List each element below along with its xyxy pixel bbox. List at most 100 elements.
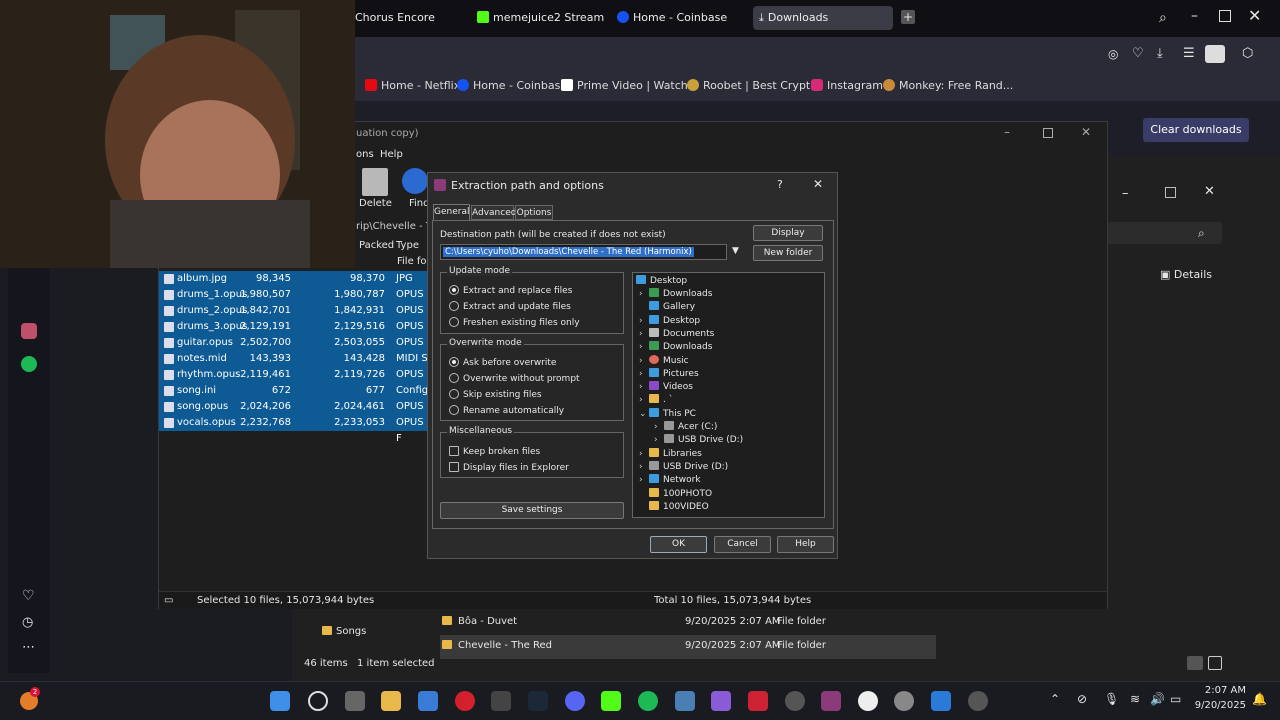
tree-item-pictures[interactable]: › Pictures	[639, 368, 699, 379]
maximize-icon[interactable]	[1219, 10, 1231, 22]
chevron-down-icon[interactable]: ▼	[732, 246, 739, 256]
menu-icon[interactable]: ☰	[1183, 46, 1195, 61]
tree-item-network[interactable]: › Network	[639, 474, 701, 485]
heart-icon[interactable]: ♡	[22, 588, 35, 604]
table-row[interactable]: Chevelle - The Red 9/20/2025 2:07 AM Fil…	[440, 635, 936, 659]
epic-games-icon[interactable]	[491, 691, 511, 711]
avatar[interactable]	[1205, 45, 1225, 63]
tab-advanced[interactable]: Advanced	[471, 205, 516, 220]
notification-bell-icon[interactable]: 🔔	[1252, 692, 1267, 706]
bookmark-prime-video[interactable]: Prime Video | Watch...	[561, 79, 698, 92]
tab-general[interactable]: General	[433, 204, 470, 220]
table-row[interactable]: drums_3.opus2,129,1912,129,516OPUS F	[159, 319, 429, 348]
maximize-icon[interactable]	[1043, 128, 1053, 138]
find-icon[interactable]	[402, 168, 428, 194]
bookmark-instagram[interactable]: Instagram	[811, 79, 883, 92]
tree-item-music[interactable]: › Music	[639, 355, 689, 366]
store-icon[interactable]	[418, 691, 438, 711]
heart-icon[interactable]: ♡	[1132, 46, 1144, 61]
table-row[interactable]: notes.mid 143,393 143,428 MIDI S	[159, 351, 429, 367]
table-row[interactable]: guitar.opus2,502,7002,503,055OPUS F	[159, 335, 429, 364]
tree-item-this-pc[interactable]: ⌄ This PC	[639, 408, 696, 419]
tree-item-libraries[interactable]: › Libraries	[639, 448, 702, 459]
save-settings-button[interactable]: Save settings	[440, 502, 624, 519]
close-icon[interactable]: ✕	[813, 177, 823, 191]
menu-help[interactable]: Help	[380, 149, 403, 160]
calculator-icon[interactable]	[675, 691, 695, 711]
radio-freshen[interactable]: Freshen existing files only	[449, 317, 580, 328]
checkbox-display-explorer[interactable]: Display files in Explorer	[449, 462, 569, 473]
checkbox-keep-broken[interactable]: Keep broken files	[449, 446, 540, 457]
table-row[interactable]: drums_1.opus1,980,5071,980,787OPUS F	[159, 287, 429, 316]
table-row[interactable]: Bôa - Duvet 9/20/2025 2:07 AM File folde…	[440, 611, 936, 635]
clock[interactable]: 2:07 AM	[1198, 685, 1246, 696]
task-view-icon[interactable]	[345, 691, 365, 711]
edge-icon[interactable]	[931, 691, 951, 711]
new-folder-button[interactable]: New folder	[753, 245, 823, 261]
delete-button[interactable]: Delete	[359, 198, 392, 209]
close-icon[interactable]: ✕	[1248, 6, 1261, 25]
file-explorer-icon[interactable]	[381, 691, 401, 711]
chatgpt-icon[interactable]	[968, 691, 988, 711]
table-row[interactable]: vocals.opus 2,232,768 2,233,053 OPUS F	[159, 415, 429, 444]
winrar-icon[interactable]	[821, 691, 841, 711]
clear-downloads-button[interactable]: Clear downloads	[1143, 118, 1249, 142]
discord-icon[interactable]	[565, 691, 585, 711]
tree-item-downloads[interactable]: › Downloads	[639, 288, 712, 299]
tray-icon[interactable]: ⊘	[1077, 692, 1087, 706]
tab-coinbase[interactable]: Home - Coinbase	[617, 6, 737, 30]
app-icon[interactable]	[785, 691, 805, 711]
more-icon[interactable]: ⋯	[22, 640, 35, 655]
table-row[interactable]: song.ini 672 677 Config	[159, 383, 429, 399]
tree-item-desktop-2[interactable]: › Desktop	[639, 315, 700, 326]
wifi-icon[interactable]: ≋	[1130, 692, 1140, 706]
bookmark-roobet[interactable]: Roobet | Best Crypt...	[687, 79, 821, 92]
path-bar[interactable]: rip\Chevelle - Th	[356, 221, 438, 232]
clock-icon[interactable]: ◷	[22, 615, 33, 630]
radio-skip-existing[interactable]: Skip existing files	[449, 389, 542, 400]
tree-item-gallery[interactable]: Gallery	[649, 301, 695, 312]
list-view-icon[interactable]	[1187, 656, 1203, 670]
folder-tree[interactable]: Desktop › Downloads Gallery › Desktop › Doc…	[632, 272, 825, 518]
tree-item-usb-d[interactable]: › USB Drive (D:)	[654, 434, 743, 445]
tree-item-100video[interactable]: 100VIDEO	[649, 501, 709, 512]
cube-icon[interactable]: ⬡	[1242, 46, 1253, 61]
settings-icon[interactable]	[894, 691, 914, 711]
column-type[interactable]: Type	[396, 240, 419, 251]
spotify-icon[interactable]	[21, 356, 37, 372]
display-button[interactable]: Display	[753, 225, 823, 241]
app-icon[interactable]	[21, 323, 37, 339]
chevron-up-icon[interactable]: ⌃	[1050, 692, 1060, 706]
minimize-icon[interactable]: –	[1004, 125, 1010, 139]
tree-item-desktop[interactable]: Desktop	[636, 275, 687, 286]
vpn-icon[interactable]	[711, 691, 731, 711]
minimize-icon[interactable]: –	[1122, 186, 1129, 201]
help-button[interactable]: Help	[777, 536, 834, 553]
obs-icon[interactable]	[858, 691, 878, 711]
radio-overwrite-without-prompt[interactable]: Overwrite without prompt	[449, 373, 580, 384]
tree-item-acer-c[interactable]: › Acer (C:)	[654, 421, 717, 432]
tree-item-videos[interactable]: › Videos	[639, 381, 693, 392]
kick-icon[interactable]	[601, 691, 621, 711]
maximize-icon[interactable]	[1165, 187, 1176, 198]
bookmark-netflix[interactable]: Home - Netflix	[365, 79, 460, 92]
steam-icon[interactable]	[528, 691, 548, 711]
radio-ask-before[interactable]: Ask before overwrite	[449, 357, 556, 368]
destination-field[interactable]: C:\Users\cyuho\Downloads\Chevelle - The …	[440, 244, 727, 260]
tree-item-user[interactable]: ›. `	[639, 394, 673, 405]
radio-extract-replace[interactable]: Extract and replace files	[449, 285, 572, 296]
close-icon[interactable]: ✕	[1081, 125, 1091, 139]
column-packed[interactable]: Packed	[359, 240, 394, 251]
tree-item-documents[interactable]: › Documents	[639, 328, 714, 339]
details-button[interactable]: ▣ Details	[1160, 268, 1212, 281]
trash-icon[interactable]	[362, 168, 388, 196]
radio-extract-update[interactable]: Extract and update files	[449, 301, 571, 312]
nav-item-songs[interactable]: Songs	[322, 626, 366, 637]
tab-options[interactable]: Options	[515, 205, 553, 220]
tab-chorus-encore[interactable]: Chorus Encore	[355, 6, 465, 30]
tab-memejuice-stream[interactable]: memejuice2 Stream - Wat	[477, 6, 607, 30]
menu-options[interactable]: ons	[356, 149, 374, 160]
ok-button[interactable]: OK	[650, 536, 707, 553]
table-row[interactable]: drums_2.opus1,842,7011,842,931OPUS F	[159, 303, 429, 332]
battery-icon[interactable]: ▭	[1170, 692, 1181, 706]
